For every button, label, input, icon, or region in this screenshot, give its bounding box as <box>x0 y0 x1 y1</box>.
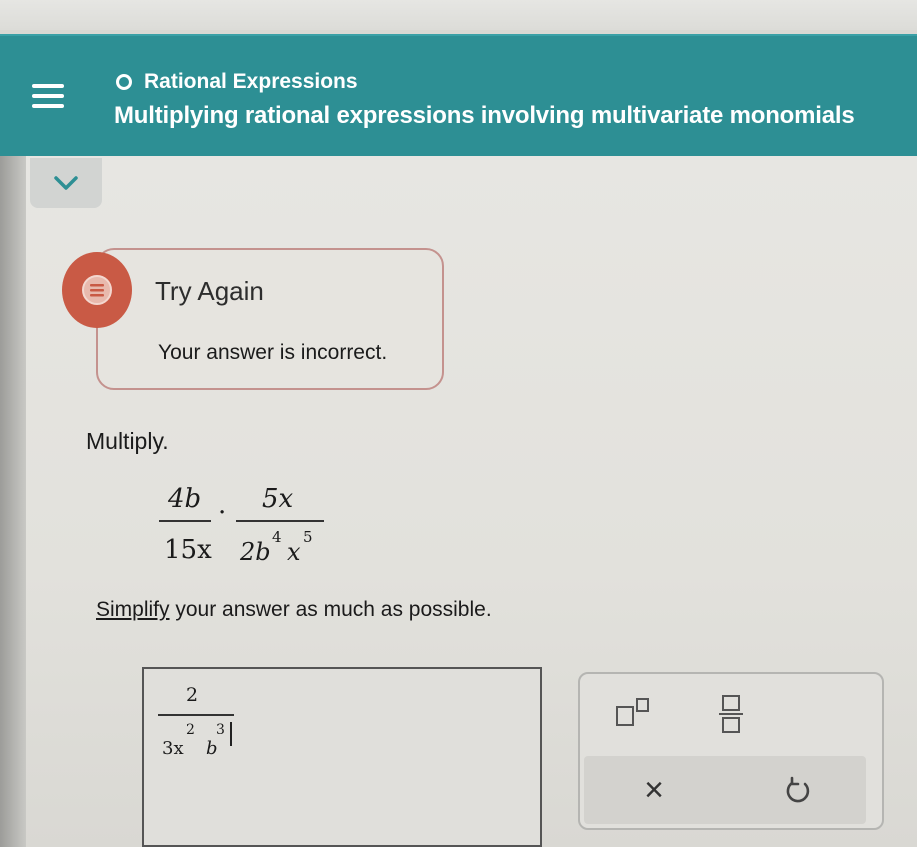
fraction1-bar <box>159 520 211 522</box>
answer-numerator: 2 <box>186 684 199 706</box>
fraction2-den-exp1: 4 <box>272 528 282 546</box>
text-cursor <box>230 722 232 746</box>
fraction2-den-var2: x <box>287 538 301 566</box>
fraction2-den-exp2: 5 <box>303 528 313 546</box>
fraction1-numerator: 4b <box>168 484 202 514</box>
fraction2-den-coef: 2b <box>240 538 271 566</box>
multiply-dot: · <box>218 498 227 528</box>
chevron-down-icon <box>54 176 78 190</box>
answer-den-coef: 3x <box>162 738 184 759</box>
hamburger-icon <box>32 84 64 88</box>
topic-label: Rational Expressions <box>144 70 358 93</box>
clear-key[interactable]: × <box>626 766 682 814</box>
answer-fraction-bar <box>158 714 234 716</box>
lesson-header: Rational Expressions Multiplying rationa… <box>0 34 917 156</box>
fraction-key[interactable] <box>704 690 758 738</box>
problem-prompt: Multiply. <box>86 428 169 454</box>
undo-key[interactable] <box>770 766 826 814</box>
lesson-title: Multiplying rational expressions involvi… <box>114 102 855 129</box>
feedback-card <box>96 248 444 390</box>
expand-button[interactable] <box>30 158 102 208</box>
message-icon <box>82 275 112 305</box>
hamburger-icon-bar <box>32 94 64 98</box>
undo-icon <box>786 776 810 803</box>
exponent-icon <box>616 698 649 726</box>
progress-circle-icon <box>116 74 132 90</box>
menu-button[interactable] <box>22 76 74 120</box>
feedback-message: Your answer is incorrect. <box>158 341 388 364</box>
fraction-icon <box>719 695 743 733</box>
fraction2-numerator: 5x <box>262 484 294 514</box>
answer-den-exp1: 2 <box>186 722 195 738</box>
answer-den-var2: b <box>206 738 218 759</box>
feedback-title: Try Again <box>155 276 264 306</box>
topic-row: Rational Expressions <box>116 70 358 94</box>
feedback-icon-circle <box>62 252 132 328</box>
answer-input-box[interactable] <box>142 667 542 847</box>
fraction1-denominator: 15x <box>164 535 212 565</box>
superscript-key[interactable] <box>606 690 660 734</box>
browser-top-strip <box>0 0 917 30</box>
fraction2-bar <box>236 520 324 522</box>
instructions: Simplify your answer as much as possible… <box>96 598 492 622</box>
instructions-text: your answer as much as possible. <box>169 598 492 621</box>
simplify-link[interactable]: Simplify <box>96 598 170 621</box>
page-edge <box>0 156 26 847</box>
answer-den-exp2: 3 <box>216 722 225 738</box>
hamburger-icon-bar <box>32 104 64 108</box>
